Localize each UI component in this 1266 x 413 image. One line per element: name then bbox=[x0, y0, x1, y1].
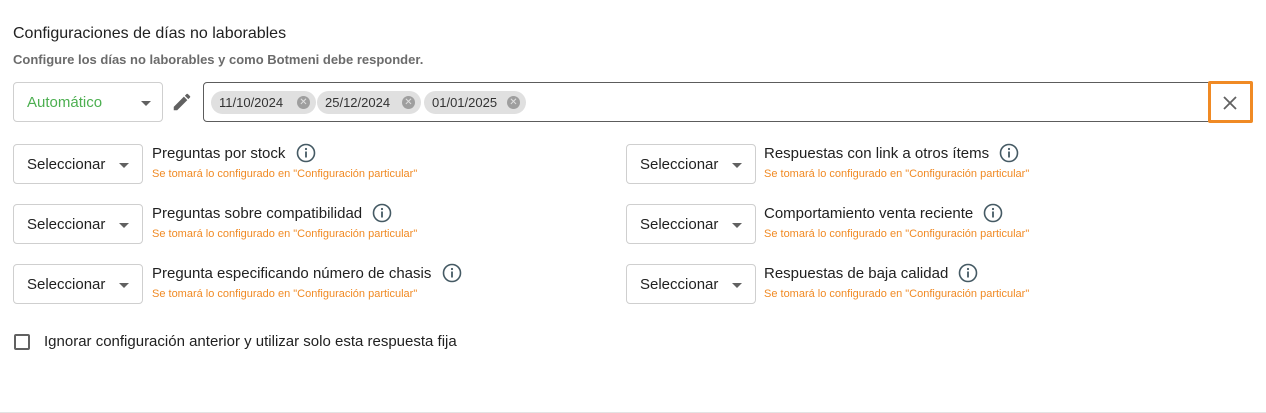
pencil-icon[interactable] bbox=[171, 91, 193, 113]
info-icon[interactable] bbox=[372, 203, 392, 223]
option-label: Pregunta especificando número de chasis bbox=[152, 263, 462, 283]
caret-down-icon bbox=[732, 223, 742, 228]
info-icon[interactable] bbox=[983, 203, 1003, 223]
caret-down-icon bbox=[119, 163, 129, 168]
option-label-text: Preguntas sobre compatibilidad bbox=[152, 205, 363, 222]
option-select-value: Seleccionar bbox=[640, 216, 719, 233]
date-chip-label: 01/01/2025 bbox=[432, 95, 498, 110]
caret-down-icon bbox=[119, 223, 129, 228]
option-select-value: Seleccionar bbox=[27, 156, 106, 173]
date-chip[interactable]: 01/01/2025 ✕ bbox=[424, 91, 526, 114]
section-subtitle: Configure los días no laborables y como … bbox=[13, 52, 424, 67]
option-label: Comportamiento venta reciente bbox=[764, 203, 1003, 223]
info-icon[interactable] bbox=[442, 263, 462, 283]
caret-down-icon bbox=[119, 283, 129, 288]
option-select-low-quality[interactable]: Seleccionar bbox=[626, 264, 756, 304]
info-icon[interactable] bbox=[958, 263, 978, 283]
option-note: Se tomará lo configurado en "Configuraci… bbox=[764, 228, 1030, 240]
option-label-text: Comportamiento venta reciente bbox=[764, 205, 974, 222]
mode-select[interactable]: Automático bbox=[13, 82, 163, 122]
mode-select-value: Automático bbox=[27, 94, 103, 111]
option-label-text: Preguntas por stock bbox=[152, 145, 286, 162]
info-icon[interactable] bbox=[999, 143, 1019, 163]
option-select-value: Seleccionar bbox=[27, 216, 106, 233]
date-chip-label: 25/12/2024 bbox=[325, 95, 391, 110]
date-chip[interactable]: 11/10/2024 ✕ bbox=[211, 91, 316, 114]
ignore-config-checkbox[interactable] bbox=[14, 334, 30, 350]
cancel-circle-icon[interactable]: ✕ bbox=[507, 96, 520, 109]
option-label: Preguntas sobre compatibilidad bbox=[152, 203, 392, 223]
option-select-value: Seleccionar bbox=[640, 156, 719, 173]
close-icon bbox=[1223, 96, 1237, 110]
option-label-text: Respuestas con link a otros ítems bbox=[764, 145, 990, 162]
option-select-value: Seleccionar bbox=[27, 276, 106, 293]
caret-down-icon bbox=[141, 101, 151, 106]
option-note: Se tomará lo configurado en "Configuraci… bbox=[152, 168, 418, 180]
info-icon[interactable] bbox=[296, 143, 316, 163]
option-note: Se tomará lo configurado en "Configuraci… bbox=[764, 288, 1030, 300]
option-label: Respuestas de baja calidad bbox=[764, 263, 978, 283]
option-select-link-items[interactable]: Seleccionar bbox=[626, 144, 756, 184]
ignore-config-label[interactable]: Ignorar configuración anterior y utiliza… bbox=[44, 333, 457, 350]
option-select-value: Seleccionar bbox=[640, 276, 719, 293]
date-chip-label: 11/10/2024 bbox=[219, 95, 284, 110]
dates-input[interactable]: 11/10/2024 ✕ 25/12/2024 ✕ 01/01/2025 ✕ bbox=[203, 82, 1252, 122]
option-label-text: Respuestas de baja calidad bbox=[764, 265, 949, 282]
option-note: Se tomará lo configurado en "Configuraci… bbox=[152, 228, 418, 240]
caret-down-icon bbox=[732, 283, 742, 288]
option-note: Se tomará lo configurado en "Configuraci… bbox=[764, 168, 1030, 180]
date-chip[interactable]: 25/12/2024 ✕ bbox=[317, 91, 421, 114]
cancel-circle-icon[interactable]: ✕ bbox=[297, 96, 310, 109]
caret-down-icon bbox=[732, 163, 742, 168]
option-note: Se tomará lo configurado en "Configuraci… bbox=[152, 288, 418, 300]
option-label: Respuestas con link a otros ítems bbox=[764, 143, 1019, 163]
option-select-recent-sale[interactable]: Seleccionar bbox=[626, 204, 756, 244]
option-select-chassis[interactable]: Seleccionar bbox=[13, 264, 143, 304]
option-select-stock[interactable]: Seleccionar bbox=[13, 144, 143, 184]
option-label-text: Pregunta especificando número de chasis bbox=[152, 265, 432, 282]
option-select-compatibility[interactable]: Seleccionar bbox=[13, 204, 143, 244]
cancel-circle-icon[interactable]: ✕ bbox=[402, 96, 415, 109]
clear-dates-button[interactable] bbox=[1208, 81, 1253, 123]
non-working-days-config: Configuraciones de días no laborables Co… bbox=[0, 0, 1266, 413]
section-title: Configuraciones de días no laborables bbox=[13, 25, 287, 42]
option-label: Preguntas por stock bbox=[152, 143, 316, 163]
